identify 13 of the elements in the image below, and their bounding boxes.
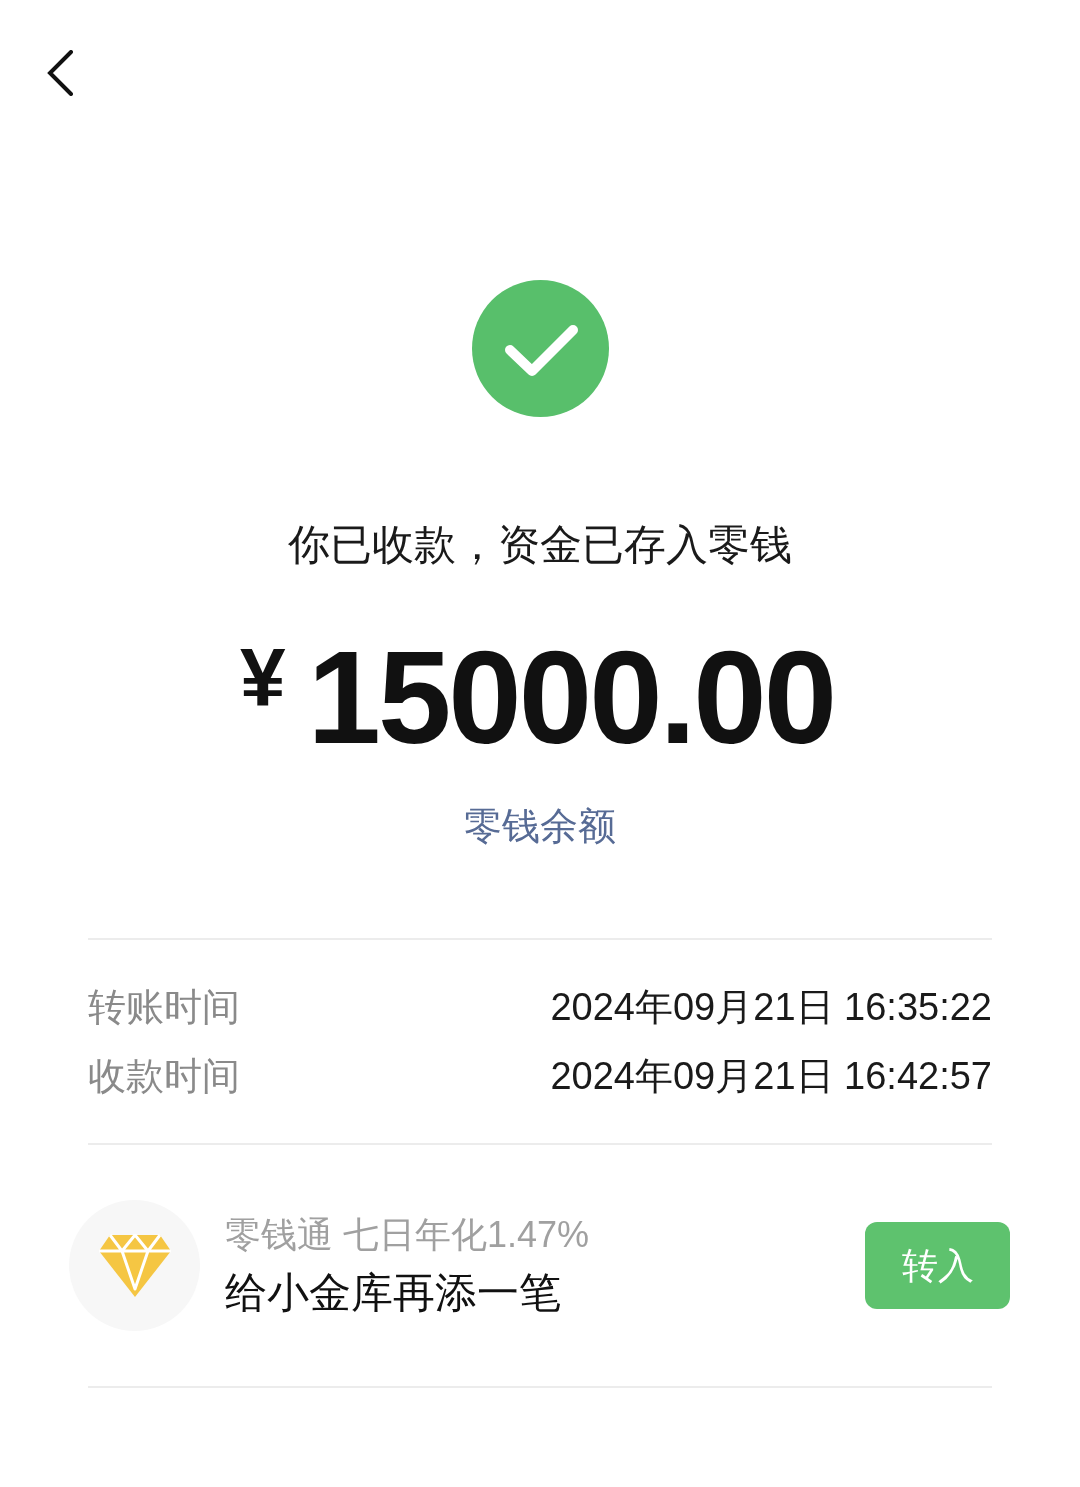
success-check-icon: [471, 280, 609, 417]
back-icon: [46, 50, 74, 96]
back-button[interactable]: [45, 50, 75, 96]
promo-subtitle: 零钱通 七日年化1.47%: [225, 1212, 591, 1257]
detail-label: 转账时间: [88, 984, 240, 1030]
status-message: 你已收款，资金已存入零钱: [288, 520, 792, 570]
currency-symbol: ¥: [239, 636, 286, 718]
detail-value: 2024年09月21日 16:42:57: [550, 1053, 992, 1099]
detail-value: 2024年09月21日 16:35:22: [550, 984, 992, 1030]
amount-text: 15000.00: [307, 632, 835, 764]
detail-label: 收款时间: [88, 1053, 240, 1099]
promo-title: 给小金库再添一笔: [225, 1267, 562, 1318]
balance-link[interactable]: 零钱余额: [464, 803, 616, 849]
